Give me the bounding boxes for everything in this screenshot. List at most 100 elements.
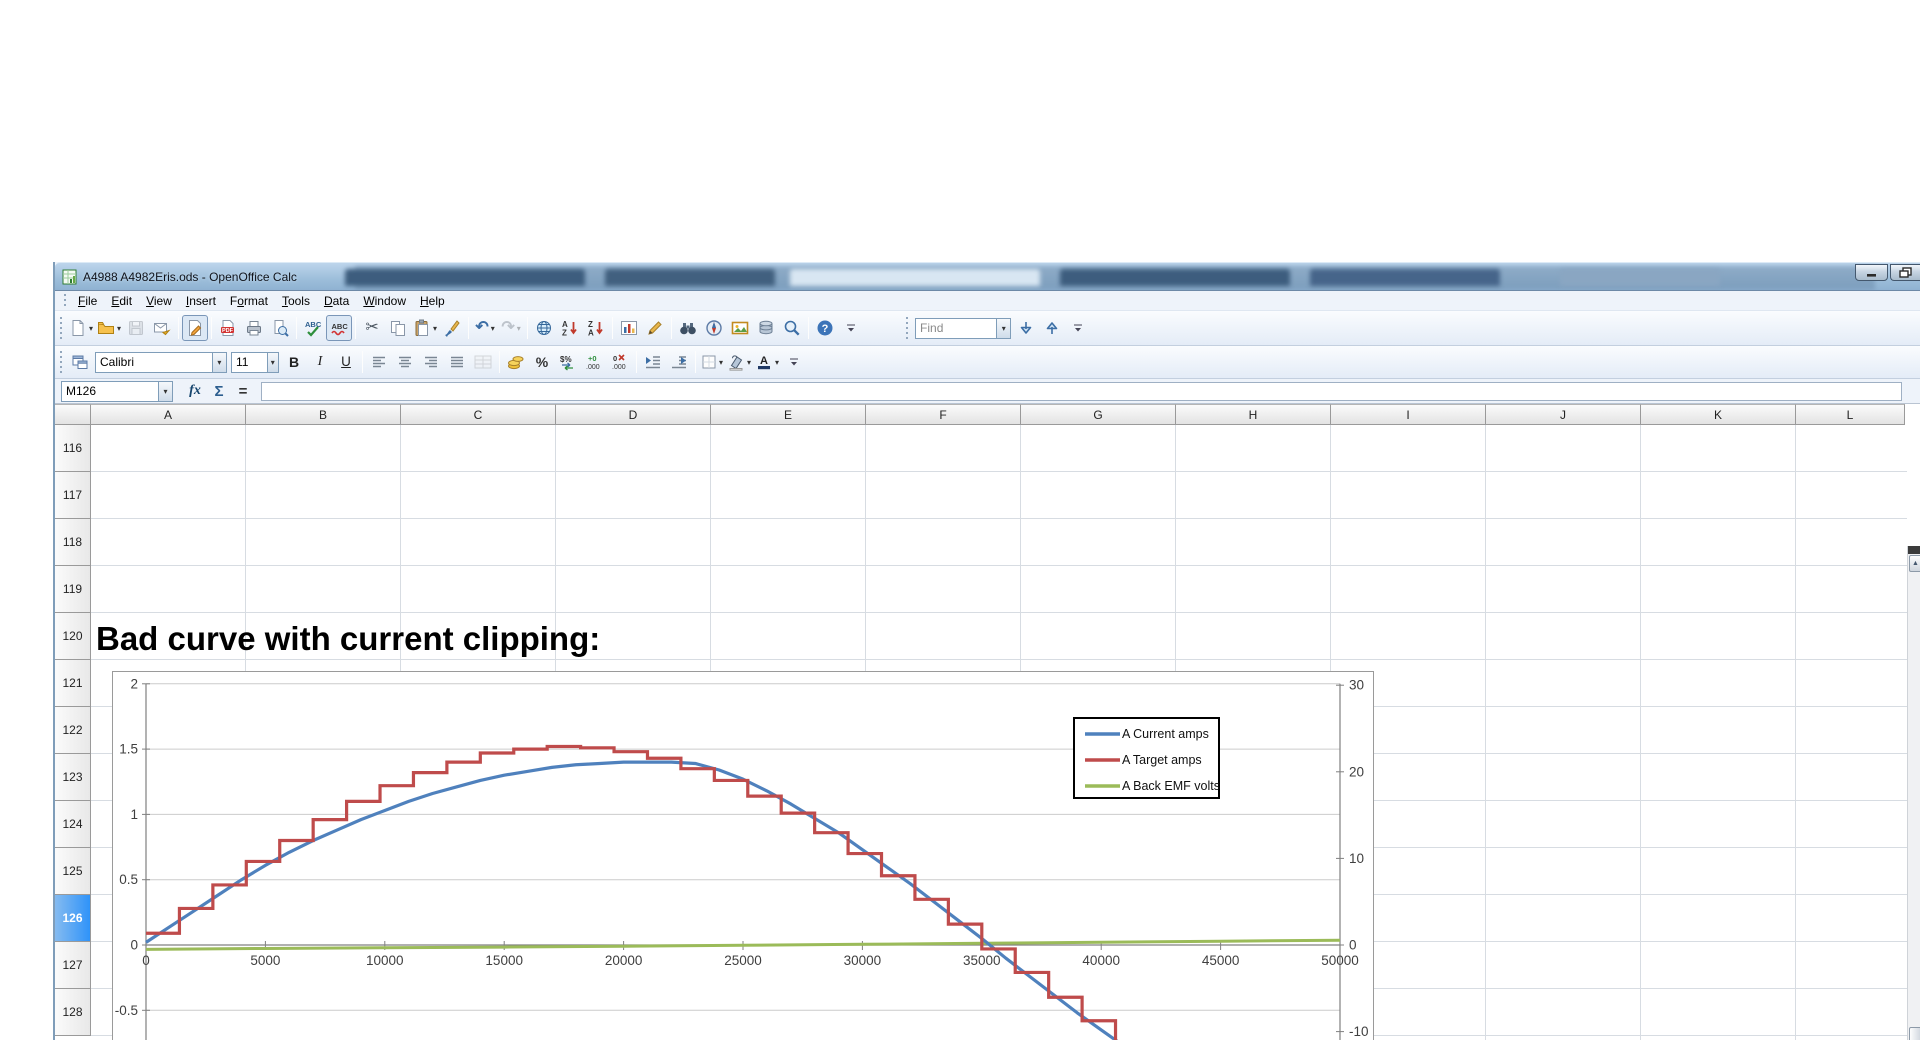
dropdown-arrow-icon[interactable]: ▾ xyxy=(117,324,121,333)
row-header-118[interactable]: 118 xyxy=(55,519,91,566)
menu-data[interactable]: Data xyxy=(317,292,356,310)
dropdown-arrow-icon[interactable]: ▾ xyxy=(775,358,779,367)
row-header-123[interactable]: 123 xyxy=(55,754,91,801)
justified-button[interactable] xyxy=(444,349,470,375)
column-header-E[interactable]: E xyxy=(711,404,866,425)
row-header-125[interactable]: 125 xyxy=(55,848,91,895)
column-header-H[interactable]: H xyxy=(1176,404,1331,425)
name-box[interactable]: ▾ xyxy=(61,381,173,402)
styles-and-formatting-button[interactable] xyxy=(67,349,93,375)
add-decimal-place-button[interactable]: +0.000 xyxy=(581,349,607,375)
format-paintbrush-button[interactable] xyxy=(439,315,465,341)
navigator-button[interactable] xyxy=(701,315,727,341)
column-header-L[interactable]: L xyxy=(1796,404,1905,425)
italic-button[interactable]: I xyxy=(307,349,333,375)
function-button[interactable]: = xyxy=(231,380,255,402)
toolbar-grip[interactable] xyxy=(58,351,63,373)
auto-spellcheck-button[interactable]: ABC xyxy=(326,315,352,341)
row-header-124[interactable]: 124 xyxy=(55,801,91,848)
new-document-button[interactable]: ▾ xyxy=(67,315,95,341)
minimize-button[interactable] xyxy=(1855,264,1888,281)
dropdown-arrow-icon[interactable]: ▾ xyxy=(517,324,521,333)
menu-window[interactable]: Window xyxy=(356,292,413,310)
find-previous-button[interactable] xyxy=(1039,315,1065,341)
spellcheck-button[interactable]: ABC xyxy=(300,315,326,341)
column-header-J[interactable]: J xyxy=(1486,404,1641,425)
find-text-field[interactable] xyxy=(916,321,996,335)
font-color-button[interactable]: A▾ xyxy=(753,349,781,375)
help-button[interactable]: ? xyxy=(812,315,838,341)
align-center-button[interactable] xyxy=(392,349,418,375)
borders-button[interactable]: ▾ xyxy=(699,349,725,375)
font-size-field[interactable] xyxy=(232,355,267,369)
menubar-grip[interactable] xyxy=(62,294,67,308)
scrollbar-thumb[interactable] xyxy=(1909,1027,1920,1040)
function-wizard-button[interactable]: fx xyxy=(183,380,207,402)
align-right-button[interactable] xyxy=(418,349,444,375)
decrease-indent-button[interactable] xyxy=(640,349,666,375)
zoom-button[interactable] xyxy=(779,315,805,341)
number-format-percent-button[interactable]: % xyxy=(529,349,555,375)
dropdown-arrow-icon[interactable]: ▾ xyxy=(433,324,437,333)
vertical-scrollbar[interactable]: ▲ xyxy=(1907,546,1920,1040)
menu-insert[interactable]: Insert xyxy=(179,292,223,310)
menu-format[interactable]: Format xyxy=(223,292,275,310)
find-dropdown[interactable]: ▾ xyxy=(996,319,1010,338)
menu-help[interactable]: Help xyxy=(413,292,452,310)
column-header-A[interactable]: A xyxy=(91,404,246,425)
findbar-grip[interactable] xyxy=(904,317,909,339)
title-bar[interactable]: A4988 A4982Eris.ods - OpenOffice Calc xyxy=(55,262,1920,291)
undo-button[interactable]: ↶▾ xyxy=(472,315,498,341)
row-header-120[interactable]: 120 xyxy=(55,613,91,660)
column-header-C[interactable]: C xyxy=(401,404,556,425)
underline-button[interactable]: U xyxy=(333,349,359,375)
dropdown-arrow-icon[interactable]: ▾ xyxy=(747,358,751,367)
font-name-dropdown[interactable]: ▾ xyxy=(212,353,226,372)
paste-button[interactable]: ▾ xyxy=(411,315,439,341)
export-pdf-button[interactable]: PDF xyxy=(215,315,241,341)
font-size-dropdown[interactable]: ▾ xyxy=(267,353,278,372)
delete-decimal-place-button[interactable]: 0.000 xyxy=(607,349,633,375)
row-header-116[interactable]: 116 xyxy=(55,425,91,472)
align-left-button[interactable] xyxy=(366,349,392,375)
restore-button[interactable] xyxy=(1890,264,1920,281)
number-format-standard-button[interactable]: $% xyxy=(555,349,581,375)
scroll-up-arrow[interactable]: ▲ xyxy=(1909,555,1920,572)
cell-reference-input[interactable] xyxy=(62,384,158,398)
column-header-G[interactable]: G xyxy=(1021,404,1176,425)
print-button[interactable] xyxy=(241,315,267,341)
page-preview-button[interactable] xyxy=(267,315,293,341)
sort-descending-button[interactable]: ZA xyxy=(583,315,609,341)
dropdown-arrow-icon[interactable]: ▾ xyxy=(719,358,723,367)
sort-ascending-button[interactable]: AZ xyxy=(557,315,583,341)
find-next-button[interactable] xyxy=(1013,315,1039,341)
select-all-corner[interactable] xyxy=(55,404,91,425)
menu-file[interactable]: File xyxy=(71,292,104,310)
data-sources-button[interactable] xyxy=(753,315,779,341)
row-header-122[interactable]: 122 xyxy=(55,707,91,754)
menu-tools[interactable]: Tools xyxy=(275,292,317,310)
font-name-combo[interactable]: ▾ xyxy=(95,352,227,373)
row-header-121[interactable]: 121 xyxy=(55,660,91,707)
column-header-I[interactable]: I xyxy=(1331,404,1486,425)
scrollbar-split-box[interactable] xyxy=(1908,546,1920,554)
sum-button[interactable]: Σ xyxy=(207,380,231,402)
menu-view[interactable]: View xyxy=(139,292,179,310)
toolbar-overflow-button[interactable] xyxy=(838,315,864,341)
bold-button[interactable]: B xyxy=(281,349,307,375)
column-header-K[interactable]: K xyxy=(1641,404,1796,425)
hyperlink-button[interactable] xyxy=(531,315,557,341)
row-header-126[interactable]: 126 xyxy=(55,895,91,942)
number-format-currency-button[interactable] xyxy=(503,349,529,375)
row-header-119[interactable]: 119 xyxy=(55,566,91,613)
name-box-dropdown[interactable]: ▾ xyxy=(158,382,172,401)
formula-input[interactable] xyxy=(261,382,1902,401)
dropdown-arrow-icon[interactable]: ▾ xyxy=(89,324,93,333)
show-draw-functions-button[interactable] xyxy=(642,315,668,341)
column-header-D[interactable]: D xyxy=(556,404,711,425)
font-name-field[interactable] xyxy=(96,355,212,369)
toolbar-overflow-button[interactable] xyxy=(781,349,807,375)
email-document-button[interactable] xyxy=(149,315,175,341)
row-header-127[interactable]: 127 xyxy=(55,942,91,989)
column-header-F[interactable]: F xyxy=(866,404,1021,425)
